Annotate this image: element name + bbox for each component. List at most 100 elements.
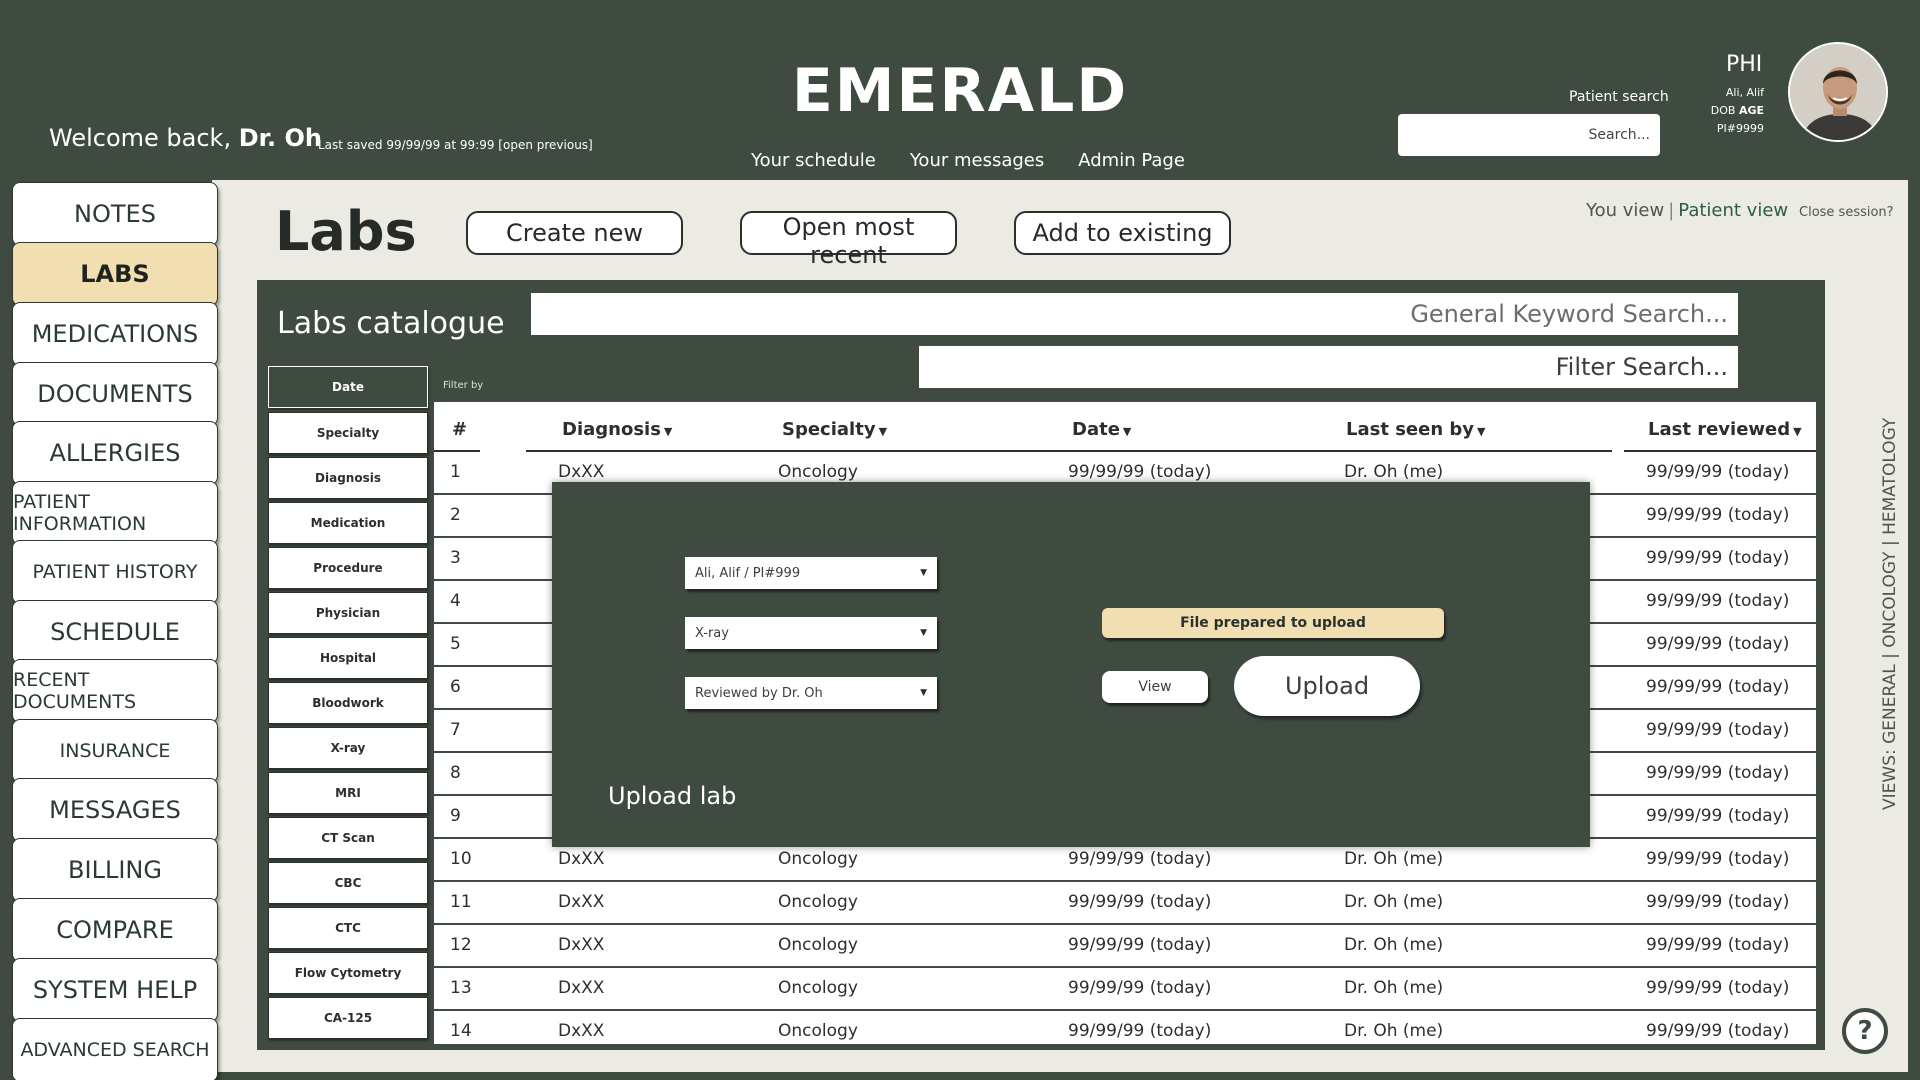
patient-select-value: Ali, Alif / PI#999 [695, 565, 801, 581]
cell-date: 99/99/99 (today) [1068, 892, 1212, 912]
table-row[interactable]: 11 DxXX Oncology 99/99/99 (today) Dr. Oh (me… [434, 882, 1816, 925]
app-header: EMERALD Welcome back, Dr. Oh Last saved … [0, 0, 1920, 180]
sidebar-item-recent-documents[interactable]: RECENT DOCUMENTS [12, 659, 218, 723]
table-row[interactable]: 14 DxXX Oncology 99/99/99 (today) Dr. Oh (me… [434, 1011, 1816, 1044]
sidebar-item-billing[interactable]: BILLING [12, 838, 218, 902]
sidebar-item-patient-history[interactable]: PATIENT HISTORY [12, 540, 218, 604]
sidebar-item-documents[interactable]: DOCUMENTS [12, 362, 218, 426]
filter-ca-125[interactable]: CA-125 [268, 997, 428, 1039]
column-header-date[interactable]: Date ▼ [1072, 419, 1131, 440]
you-view-link[interactable]: You view [1586, 200, 1664, 221]
column-header-last-reviewed[interactable]: Last reviewed ▼ [1648, 419, 1802, 440]
column-header-specialty[interactable]: Specialty ▼ [782, 419, 887, 440]
sidebar-item-system-help[interactable]: SYSTEM HELP [12, 958, 218, 1022]
column-label: Diagnosis [562, 419, 661, 440]
view-toggle: You view | Patient view [1586, 200, 1788, 221]
filter-hospital[interactable]: Hospital [268, 637, 428, 679]
cell-number: 3 [450, 548, 461, 568]
cell-last-reviewed: 99/99/99 (today) [1646, 548, 1790, 568]
filter-search-input[interactable] [919, 346, 1738, 388]
top-nav: Your schedule Your messages Admin Page [751, 150, 1185, 171]
filter-diagnosis[interactable]: Diagnosis [268, 457, 428, 499]
avatar[interactable] [1788, 42, 1888, 142]
cell-diagnosis: DxXX [558, 1021, 605, 1041]
nav-admin[interactable]: Admin Page [1078, 150, 1185, 171]
filter-mri[interactable]: MRI [268, 772, 428, 814]
dropdown-arrow-icon: ▼ [920, 688, 927, 698]
sidebar-item-patient-information[interactable]: PATIENT INFORMATION [12, 481, 218, 545]
page-title: Labs [275, 200, 417, 263]
sort-caret-icon: ▼ [1477, 425, 1486, 438]
cell-last-reviewed: 99/99/99 (today) [1646, 462, 1790, 482]
view-separator: | [1668, 200, 1675, 221]
filter-ct-scan[interactable]: CT Scan [268, 817, 428, 859]
filter-x-ray[interactable]: X-ray [268, 727, 428, 769]
patient-search-input[interactable] [1398, 114, 1660, 156]
modal-title: Upload lab [608, 782, 737, 810]
views-label: VIEWS: GENERAL | ONCOLOGY | HEMATOLOGY [1880, 417, 1900, 810]
cell-diagnosis: DxXX [558, 849, 605, 869]
patient-search-label: Patient search [1569, 89, 1669, 105]
last-saved-status[interactable]: Last saved 99/99/99 at 99:99 [open previ… [318, 138, 593, 152]
welcome-message: Welcome back, Dr. Oh [49, 124, 322, 152]
column-header-last-seen-by[interactable]: Last seen by ▼ [1346, 419, 1486, 440]
cell-number: 8 [450, 763, 461, 783]
cell-last-reviewed: 99/99/99 (today) [1646, 677, 1790, 697]
filter-bloodwork[interactable]: Bloodwork [268, 682, 428, 724]
phi-dob-label: DOB [1710, 104, 1736, 117]
patient-select[interactable]: Ali, Alif / PI#999 ▼ [685, 557, 937, 589]
sidebar-item-medications[interactable]: MEDICATIONS [12, 302, 218, 366]
cell-last-reviewed: 99/99/99 (today) [1646, 849, 1790, 869]
file-status-badge: File prepared to upload [1102, 608, 1444, 638]
cell-last-reviewed: 99/99/99 (today) [1646, 591, 1790, 611]
cell-last-seen-by: Dr. Oh (me) [1344, 1021, 1444, 1041]
add-to-existing-button[interactable]: Add to existing [1014, 211, 1231, 255]
open-most-recent-button[interactable]: Open most recent [740, 211, 957, 269]
cell-number: 7 [450, 720, 461, 740]
filter-cbc[interactable]: CBC [268, 862, 428, 904]
cell-specialty: Oncology [778, 462, 858, 482]
cell-number: 4 [450, 591, 461, 611]
cell-last-reviewed: 99/99/99 (today) [1646, 720, 1790, 740]
table-row[interactable]: 12 DxXX Oncology 99/99/99 (today) Dr. Oh (me… [434, 925, 1816, 968]
column-label: Last reviewed [1648, 419, 1791, 440]
lab-type-select-value: X-ray [695, 625, 729, 641]
upload-lab-modal: Ali, Alif / PI#999 ▼ X-ray ▼ Reviewed by D… [552, 482, 1590, 847]
filter-procedure[interactable]: Procedure [268, 547, 428, 589]
filter-physician[interactable]: Physician [268, 592, 428, 634]
cell-date: 99/99/99 (today) [1068, 462, 1212, 482]
create-new-button[interactable]: Create new [466, 211, 683, 255]
lab-type-select[interactable]: X-ray ▼ [685, 617, 937, 649]
close-session-link[interactable]: Close session? [1799, 205, 1894, 220]
cell-number: 6 [450, 677, 461, 697]
sidebar-item-notes[interactable]: NOTES [12, 182, 218, 246]
sidebar-item-compare[interactable]: COMPARE [12, 898, 218, 962]
cell-number: 5 [450, 634, 461, 654]
help-icon[interactable]: ? [1842, 1008, 1888, 1054]
sidebar-item-messages[interactable]: MESSAGES [12, 778, 218, 842]
filter-ctc[interactable]: CTC [268, 907, 428, 949]
upload-button[interactable]: Upload [1234, 656, 1420, 716]
sidebar-item-labs[interactable]: LABS [12, 242, 218, 306]
sidebar-item-schedule[interactable]: SCHEDULE [12, 600, 218, 664]
patient-view-link[interactable]: Patient view [1678, 200, 1788, 221]
filter-specialty[interactable]: Specialty [268, 412, 428, 454]
filter-flow-cytometry[interactable]: Flow Cytometry [268, 952, 428, 994]
nav-messages[interactable]: Your messages [910, 150, 1044, 171]
cell-specialty: Oncology [778, 1021, 858, 1041]
column-header-diagnosis[interactable]: Diagnosis ▼ [562, 419, 672, 440]
sidebar-item-advanced-search[interactable]: ADVANCED SEARCH [12, 1018, 218, 1080]
nav-schedule[interactable]: Your schedule [751, 150, 876, 171]
reviewer-select[interactable]: Reviewed by Dr. Oh ▼ [685, 677, 937, 709]
table-row[interactable]: 13 DxXX Oncology 99/99/99 (today) Dr. Oh (me… [434, 968, 1816, 1011]
sort-caret-icon: ▼ [878, 425, 888, 438]
sidebar-item-insurance[interactable]: INSURANCE [12, 719, 218, 783]
views-selector[interactable]: VIEWS: GENERAL | ONCOLOGY | HEMATOLOGY [1880, 417, 1904, 810]
view-file-button[interactable]: View [1102, 671, 1208, 703]
keyword-search-input[interactable] [531, 293, 1738, 335]
cell-last-seen-by: Dr. Oh (me) [1344, 935, 1444, 955]
filter-medication[interactable]: Medication [268, 502, 428, 544]
user-photo-icon [1790, 44, 1886, 140]
sidebar-item-allergies[interactable]: ALLERGIES [12, 421, 218, 485]
filter-date[interactable]: Date [268, 366, 428, 408]
